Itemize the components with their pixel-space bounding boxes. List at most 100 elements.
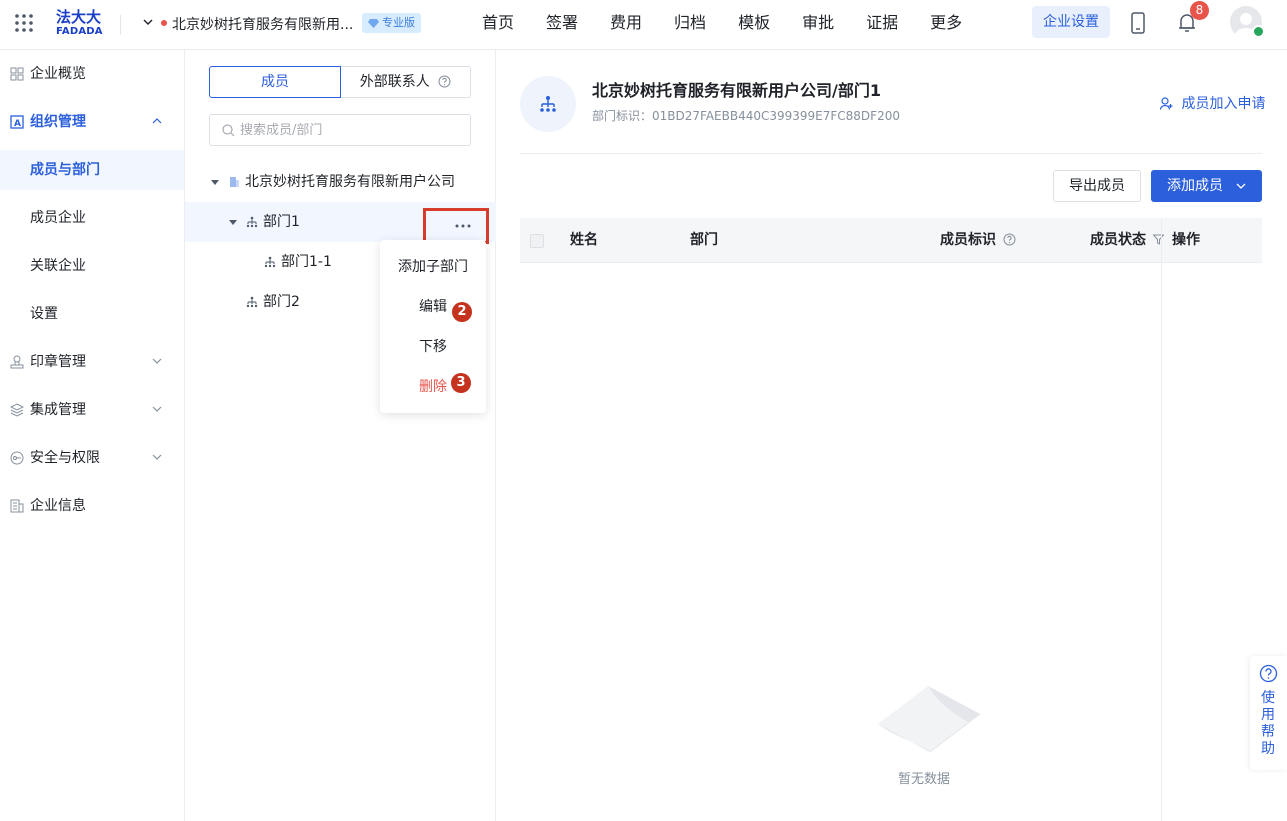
nav-item[interactable]: 审批 bbox=[786, 0, 850, 50]
sidebar-item-org[interactable]: A 组织管理 bbox=[0, 102, 184, 142]
select-all-checkbox[interactable] bbox=[530, 234, 544, 248]
user-add-icon bbox=[1160, 97, 1173, 110]
caret-down-icon[interactable] bbox=[211, 178, 219, 186]
status-dot bbox=[161, 20, 167, 26]
nav-item[interactable]: 模板 bbox=[722, 0, 786, 50]
dept-avatar bbox=[520, 76, 576, 132]
more-actions-button[interactable] bbox=[423, 208, 489, 244]
tree-node-root[interactable]: 北京妙树托育服务有限新用户公司 bbox=[185, 162, 496, 202]
tree-node-label: 北京妙树托育服务有限新用户公司 bbox=[245, 174, 455, 190]
search-box bbox=[209, 114, 471, 146]
org-chart-icon bbox=[540, 96, 556, 112]
sidebar-item-settings[interactable]: 设置 bbox=[0, 294, 184, 334]
sidebar-item-integration[interactable]: 集成管理 bbox=[0, 390, 184, 430]
column-label: 成员标识 bbox=[940, 232, 996, 248]
building-icon bbox=[10, 499, 24, 513]
column-header-name: 姓名 bbox=[570, 232, 598, 248]
nav-item[interactable]: 签署 bbox=[530, 0, 594, 50]
sidebar-item-label: 成员与部门 bbox=[30, 162, 100, 178]
add-member-button[interactable]: 添加成员 bbox=[1151, 170, 1262, 202]
column-label: 成员状态 bbox=[1090, 232, 1146, 248]
tree-node-label: 部门1 bbox=[263, 214, 300, 230]
org-icon: A bbox=[10, 115, 24, 129]
seal-icon bbox=[10, 355, 24, 369]
top-bar: 法大大 FADADA 北京妙树托育服务有限新用... 专业版 首页 签署 费用 … bbox=[0, 0, 1287, 50]
tab-external-contacts[interactable]: 外部联系人 bbox=[341, 66, 471, 98]
sidebar-item-label: 设置 bbox=[30, 306, 58, 322]
help-widget[interactable]: 使用帮助 bbox=[1250, 656, 1287, 770]
edition-label: 专业版 bbox=[382, 16, 415, 29]
help-circle-icon[interactable] bbox=[1003, 233, 1016, 246]
search-input[interactable] bbox=[240, 119, 460, 141]
overview-icon bbox=[10, 67, 24, 81]
sidebar-item-label: 集成管理 bbox=[30, 402, 86, 418]
divider bbox=[520, 153, 1262, 154]
sidebar-item-label: 安全与权限 bbox=[30, 450, 100, 466]
help-circle-icon bbox=[1259, 664, 1278, 683]
security-icon bbox=[10, 451, 24, 465]
chevron-down-icon bbox=[152, 454, 162, 460]
sidebar-item-member-enterprises[interactable]: 成员企业 bbox=[0, 198, 184, 238]
button-label: 添加成员 bbox=[1167, 178, 1223, 194]
member-join-request-link[interactable]: 成员加入申请 bbox=[1160, 93, 1265, 113]
help-circle-icon[interactable] bbox=[438, 75, 451, 88]
sidebar-item-members-depts[interactable]: 成员与部门 bbox=[0, 150, 184, 190]
mobile-icon[interactable] bbox=[1129, 12, 1147, 34]
nav-item[interactable]: 首页 bbox=[466, 0, 530, 50]
app-grid-icon[interactable] bbox=[14, 13, 34, 33]
chevron-up-icon bbox=[152, 118, 162, 124]
tab-label: 外部联系人 bbox=[359, 74, 430, 90]
logo-en: FADADA bbox=[56, 26, 103, 37]
sidebar: 企业概览 A 组织管理 成员与部门 成员企业 关联企业 设置 印章管理 集成管理… bbox=[0, 50, 185, 821]
diamond-icon bbox=[368, 19, 379, 28]
chevron-down-icon[interactable] bbox=[142, 16, 154, 28]
org-chart-icon bbox=[246, 216, 258, 228]
sidebar-item-label: 印章管理 bbox=[30, 354, 86, 370]
sidebar-item-enterprise-info[interactable]: 企业信息 bbox=[0, 486, 184, 526]
annotation-badge: 3 bbox=[451, 373, 471, 393]
building-icon bbox=[230, 177, 239, 187]
nav-item[interactable]: 归档 bbox=[658, 0, 722, 50]
column-header-actions: 操作 bbox=[1172, 232, 1200, 248]
member-tabs: 成员 外部联系人 bbox=[209, 66, 471, 98]
tree-node-label: 部门1-1 bbox=[281, 254, 332, 270]
tree-node-label: 部门2 bbox=[263, 294, 300, 310]
filter-icon[interactable] bbox=[1152, 234, 1165, 245]
sidebar-item-seal[interactable]: 印章管理 bbox=[0, 342, 184, 382]
fadada-logo[interactable]: 法大大 FADADA bbox=[56, 8, 106, 42]
sidebar-item-related-enterprises[interactable]: 关联企业 bbox=[0, 246, 184, 286]
caret-down-icon[interactable] bbox=[229, 218, 237, 226]
enterprise-settings-button[interactable]: 企业设置 bbox=[1032, 6, 1110, 38]
search-icon bbox=[222, 124, 235, 137]
tab-members[interactable]: 成员 bbox=[209, 66, 341, 98]
menu-item-add-subdept[interactable]: 添加子部门 bbox=[380, 247, 486, 287]
chevron-down-icon bbox=[152, 406, 162, 412]
layers-icon bbox=[10, 403, 24, 417]
menu-item-move-down[interactable]: 下移 bbox=[380, 327, 486, 367]
export-members-button[interactable]: 导出成员 bbox=[1053, 170, 1141, 202]
sidebar-item-overview[interactable]: 企业概览 bbox=[0, 54, 184, 94]
nav-item[interactable]: 更多 bbox=[914, 0, 978, 50]
sidebar-item-label: 成员企业 bbox=[30, 210, 86, 226]
sidebar-item-label: 企业概览 bbox=[30, 66, 86, 82]
logo-cn: 法大大 bbox=[56, 8, 102, 26]
column-header-status: 成员状态 bbox=[1090, 218, 1165, 263]
sidebar-item-security[interactable]: 安全与权限 bbox=[0, 438, 184, 478]
nav-item[interactable]: 费用 bbox=[594, 0, 658, 50]
svg-text:A: A bbox=[14, 119, 21, 129]
help-label: 使用帮助 bbox=[1261, 690, 1275, 757]
page-title: 北京妙树托育服务有限新用户公司/部门1 bbox=[592, 81, 881, 100]
nav-item[interactable]: 证据 bbox=[850, 0, 914, 50]
department-tree-panel: 成员 外部联系人 北京妙树托育服务有限新用户公司 bbox=[185, 50, 516, 821]
edition-badge: 专业版 bbox=[362, 13, 421, 33]
column-header-dept: 部门 bbox=[690, 232, 718, 248]
dept-id: 部门标识：01BD27FAEBB440C399399E7FC88DF200 bbox=[592, 109, 900, 123]
empty-state-illustration bbox=[878, 686, 981, 753]
sticky-column-divider bbox=[1161, 218, 1162, 821]
table-header: 姓名 部门 成员标识 成员状态 操作 bbox=[520, 218, 1262, 263]
divider bbox=[120, 15, 121, 35]
more-icon bbox=[455, 224, 471, 228]
annotation-badge: 2 bbox=[452, 302, 472, 322]
company-switcher[interactable]: 北京妙树托育服务有限新用... bbox=[172, 14, 353, 34]
org-chart-icon bbox=[264, 256, 276, 268]
